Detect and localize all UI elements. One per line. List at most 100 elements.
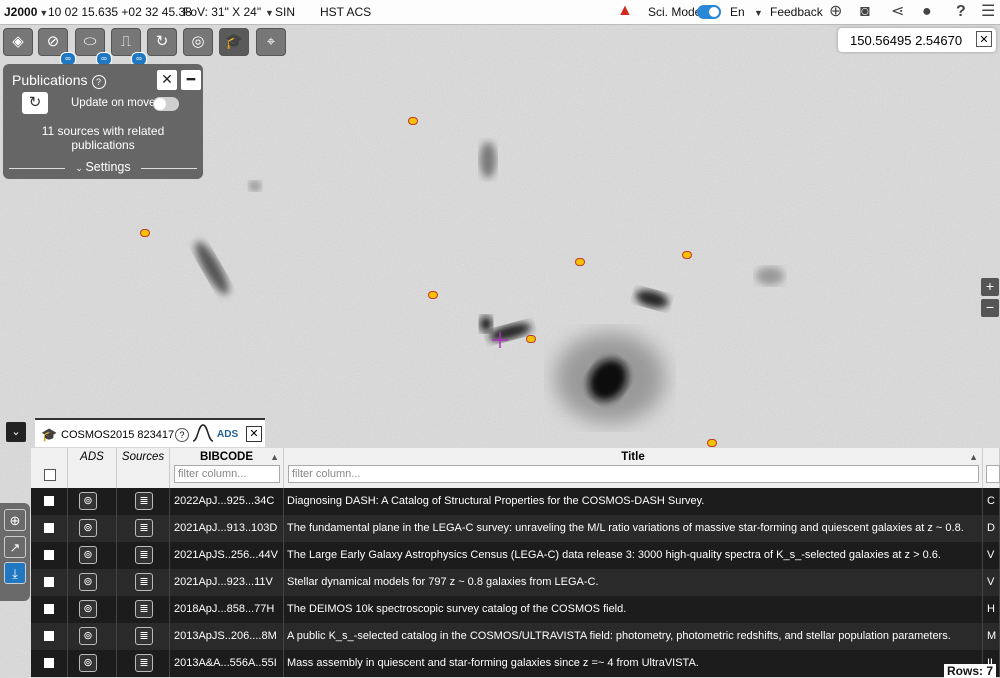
menu-icon[interactable]: ☰ xyxy=(981,2,995,22)
publication-marker[interactable] xyxy=(526,335,536,343)
publication-marker[interactable] xyxy=(140,229,150,237)
title-cell[interactable]: A public K_s_-selected catalog in the CO… xyxy=(287,630,951,642)
ads-link-icon[interactable]: ADS xyxy=(217,429,238,440)
bibcode-cell[interactable]: 2021ApJ...923...11V xyxy=(174,576,273,588)
target-icon[interactable]: ◎ xyxy=(183,28,213,56)
close-icon[interactable]: ✕ xyxy=(976,31,992,47)
sources-list-icon[interactable]: ≣ xyxy=(135,627,153,645)
row-checkbox[interactable] xyxy=(44,577,54,587)
ads-link-icon[interactable]: ⊚ xyxy=(79,600,97,618)
publication-marker[interactable] xyxy=(707,439,717,447)
bibcode-cell[interactable]: 2013ApJS..206....8M xyxy=(174,630,277,642)
sources-list-icon[interactable]: ≣ xyxy=(135,573,153,591)
sort-desc-icon[interactable]: ▲ xyxy=(270,452,279,462)
row-checkbox[interactable] xyxy=(44,658,54,668)
row-checkbox[interactable] xyxy=(44,550,54,560)
telescope-icon[interactable]: ⌖ xyxy=(256,28,286,56)
extra-filter-input[interactable] xyxy=(986,465,1000,483)
column-header-title[interactable]: Title ▲ filter column... xyxy=(284,448,983,488)
update-on-move-toggle[interactable] xyxy=(153,97,179,111)
bibcode-cell[interactable]: 2021ApJ...913..103D xyxy=(174,522,277,534)
lightcurve-icon[interactable]: ↻ xyxy=(147,28,177,56)
ads-link-icon[interactable]: ⊚ xyxy=(79,654,97,672)
row-checkbox[interactable] xyxy=(44,604,54,614)
feedback-link[interactable]: Feedback xyxy=(770,5,823,19)
ads-link-icon[interactable]: ⊚ xyxy=(79,546,97,564)
title-cell[interactable]: Stellar dynamical models for 797 z ~ 0.8… xyxy=(287,576,599,588)
title-filter-input[interactable]: filter column... xyxy=(288,465,979,483)
row-checkbox[interactable] xyxy=(44,523,54,533)
sci-mode-toggle[interactable] xyxy=(697,5,721,19)
publication-marker[interactable] xyxy=(408,117,418,125)
bibcode-cell[interactable]: 2022ApJ...925...34C xyxy=(174,495,274,507)
column-header-bibcode[interactable]: BIBCODE ▲ filter column... xyxy=(170,448,284,488)
share-icon[interactable]: ↗ xyxy=(4,536,26,558)
globe-icon[interactable]: ⊕ xyxy=(829,2,842,22)
sources-list-icon[interactable]: ≣ xyxy=(135,492,153,510)
column-header-extra[interactable] xyxy=(983,448,1000,488)
table-row[interactable]: ⊚ ≣ 2021ApJ...923...11V Stellar dynamica… xyxy=(31,569,1000,596)
zoom-out-button[interactable]: − xyxy=(981,299,999,317)
share-icon[interactable]: ⋖ xyxy=(891,2,904,22)
minimize-button[interactable]: ━ xyxy=(181,70,201,90)
table-tab[interactable]: 🎓 COSMOS2015 823417 ? ADS ✕ xyxy=(35,418,265,447)
select-all-checkbox[interactable] xyxy=(44,469,56,481)
chevron-down-icon[interactable]: ▼ xyxy=(752,5,763,19)
projection-select[interactable]: SIN xyxy=(275,5,295,19)
table-row[interactable]: ⊚ ≣ 2022ApJ...925...34C Diagnosing DASH:… xyxy=(31,488,1000,515)
user-icon[interactable]: ● xyxy=(922,2,932,22)
row-checkbox[interactable] xyxy=(44,496,54,506)
help-icon[interactable]: ? xyxy=(175,428,189,442)
chevron-down-icon[interactable]: ▼ xyxy=(263,5,274,19)
download-icon[interactable]: ⤓ xyxy=(4,562,26,584)
help-icon[interactable]: ? xyxy=(91,75,106,89)
warning-icon[interactable]: ▲ xyxy=(617,2,633,20)
extra-cell: V xyxy=(987,576,995,588)
survey-label[interactable]: HST ACS xyxy=(320,5,371,19)
publication-marker[interactable] xyxy=(682,251,692,259)
table-row[interactable]: ⊚ ≣ 2021ApJS..256...44V The Large Early … xyxy=(31,542,1000,569)
refresh-icon[interactable]: ↻ xyxy=(22,92,48,114)
table-row[interactable]: ⊚ ≣ 2013ApJS..206....8M A public K_s_-se… xyxy=(31,623,1000,650)
title-cell[interactable]: Diagnosing DASH: A Catalog of Structural… xyxy=(287,495,704,507)
crosshair-icon[interactable]: ⊕ xyxy=(4,509,26,531)
settings-toggle[interactable]: ⌄ Settings xyxy=(3,160,203,174)
ads-link-icon[interactable]: ⊚ xyxy=(79,492,97,510)
publications-icon[interactable]: 🎓 xyxy=(219,28,249,56)
close-button[interactable]: ✕ xyxy=(157,70,177,90)
title-cell[interactable]: Mass assembly in quiescent and star-form… xyxy=(287,657,699,669)
table-row[interactable]: ⊚ ≣ 2021ApJ...913..103D The fundamental … xyxy=(31,515,1000,542)
title-cell[interactable]: The Large Early Galaxy Astrophysics Cens… xyxy=(287,549,941,561)
help-icon[interactable]: ? xyxy=(956,2,966,22)
publication-marker[interactable] xyxy=(575,258,585,266)
sort-icon[interactable]: ▲ xyxy=(969,452,978,462)
bibcode-filter-input[interactable]: filter column... xyxy=(174,465,280,483)
sources-list-icon[interactable]: ≣ xyxy=(135,600,153,618)
layers-icon[interactable]: ◈ xyxy=(3,28,33,56)
ads-link-icon[interactable]: ⊚ xyxy=(79,519,97,537)
bibcode-cell[interactable]: 2018ApJ...858...77H xyxy=(174,603,274,615)
sources-list-icon[interactable]: ≣ xyxy=(135,546,153,564)
column-header-sources[interactable]: Sources xyxy=(117,448,170,488)
bibcode-cell[interactable]: 2013A&A...556A..55I xyxy=(174,657,277,669)
column-header-ads[interactable]: ADS xyxy=(68,448,117,488)
title-cell[interactable]: The DEIMOS 10k spectroscopic survey cata… xyxy=(287,603,626,615)
bibcode-cell[interactable]: 2021ApJS..256...44V xyxy=(174,549,278,561)
language-select[interactable]: En xyxy=(730,5,745,19)
collapse-button[interactable]: ⌄ xyxy=(6,422,26,442)
row-checkbox[interactable] xyxy=(44,631,54,641)
frame-select[interactable]: J2000 ▼ xyxy=(4,5,48,19)
sources-list-icon[interactable]: ≣ xyxy=(135,654,153,672)
ads-link-icon[interactable]: ⊚ xyxy=(79,573,97,591)
close-icon[interactable]: ✕ xyxy=(246,426,262,442)
sources-list-icon[interactable]: ≣ xyxy=(135,519,153,537)
table-row[interactable]: ⊚ ≣ 2013A&A...556A..55I Mass assembly in… xyxy=(31,650,1000,677)
zoom-in-button[interactable]: + xyxy=(981,278,999,296)
camera-icon[interactable]: ◙ xyxy=(860,2,870,22)
wave-icon[interactable] xyxy=(192,423,214,443)
ads-link-icon[interactable]: ⊚ xyxy=(79,627,97,645)
coordinate-search[interactable]: 150.56495 2.54670 ✕ xyxy=(838,28,996,52)
title-cell[interactable]: The fundamental plane in the LEGA-C surv… xyxy=(287,522,964,534)
table-row[interactable]: ⊚ ≣ 2018ApJ...858...77H The DEIMOS 10k s… xyxy=(31,596,1000,623)
publication-marker[interactable] xyxy=(428,291,438,299)
